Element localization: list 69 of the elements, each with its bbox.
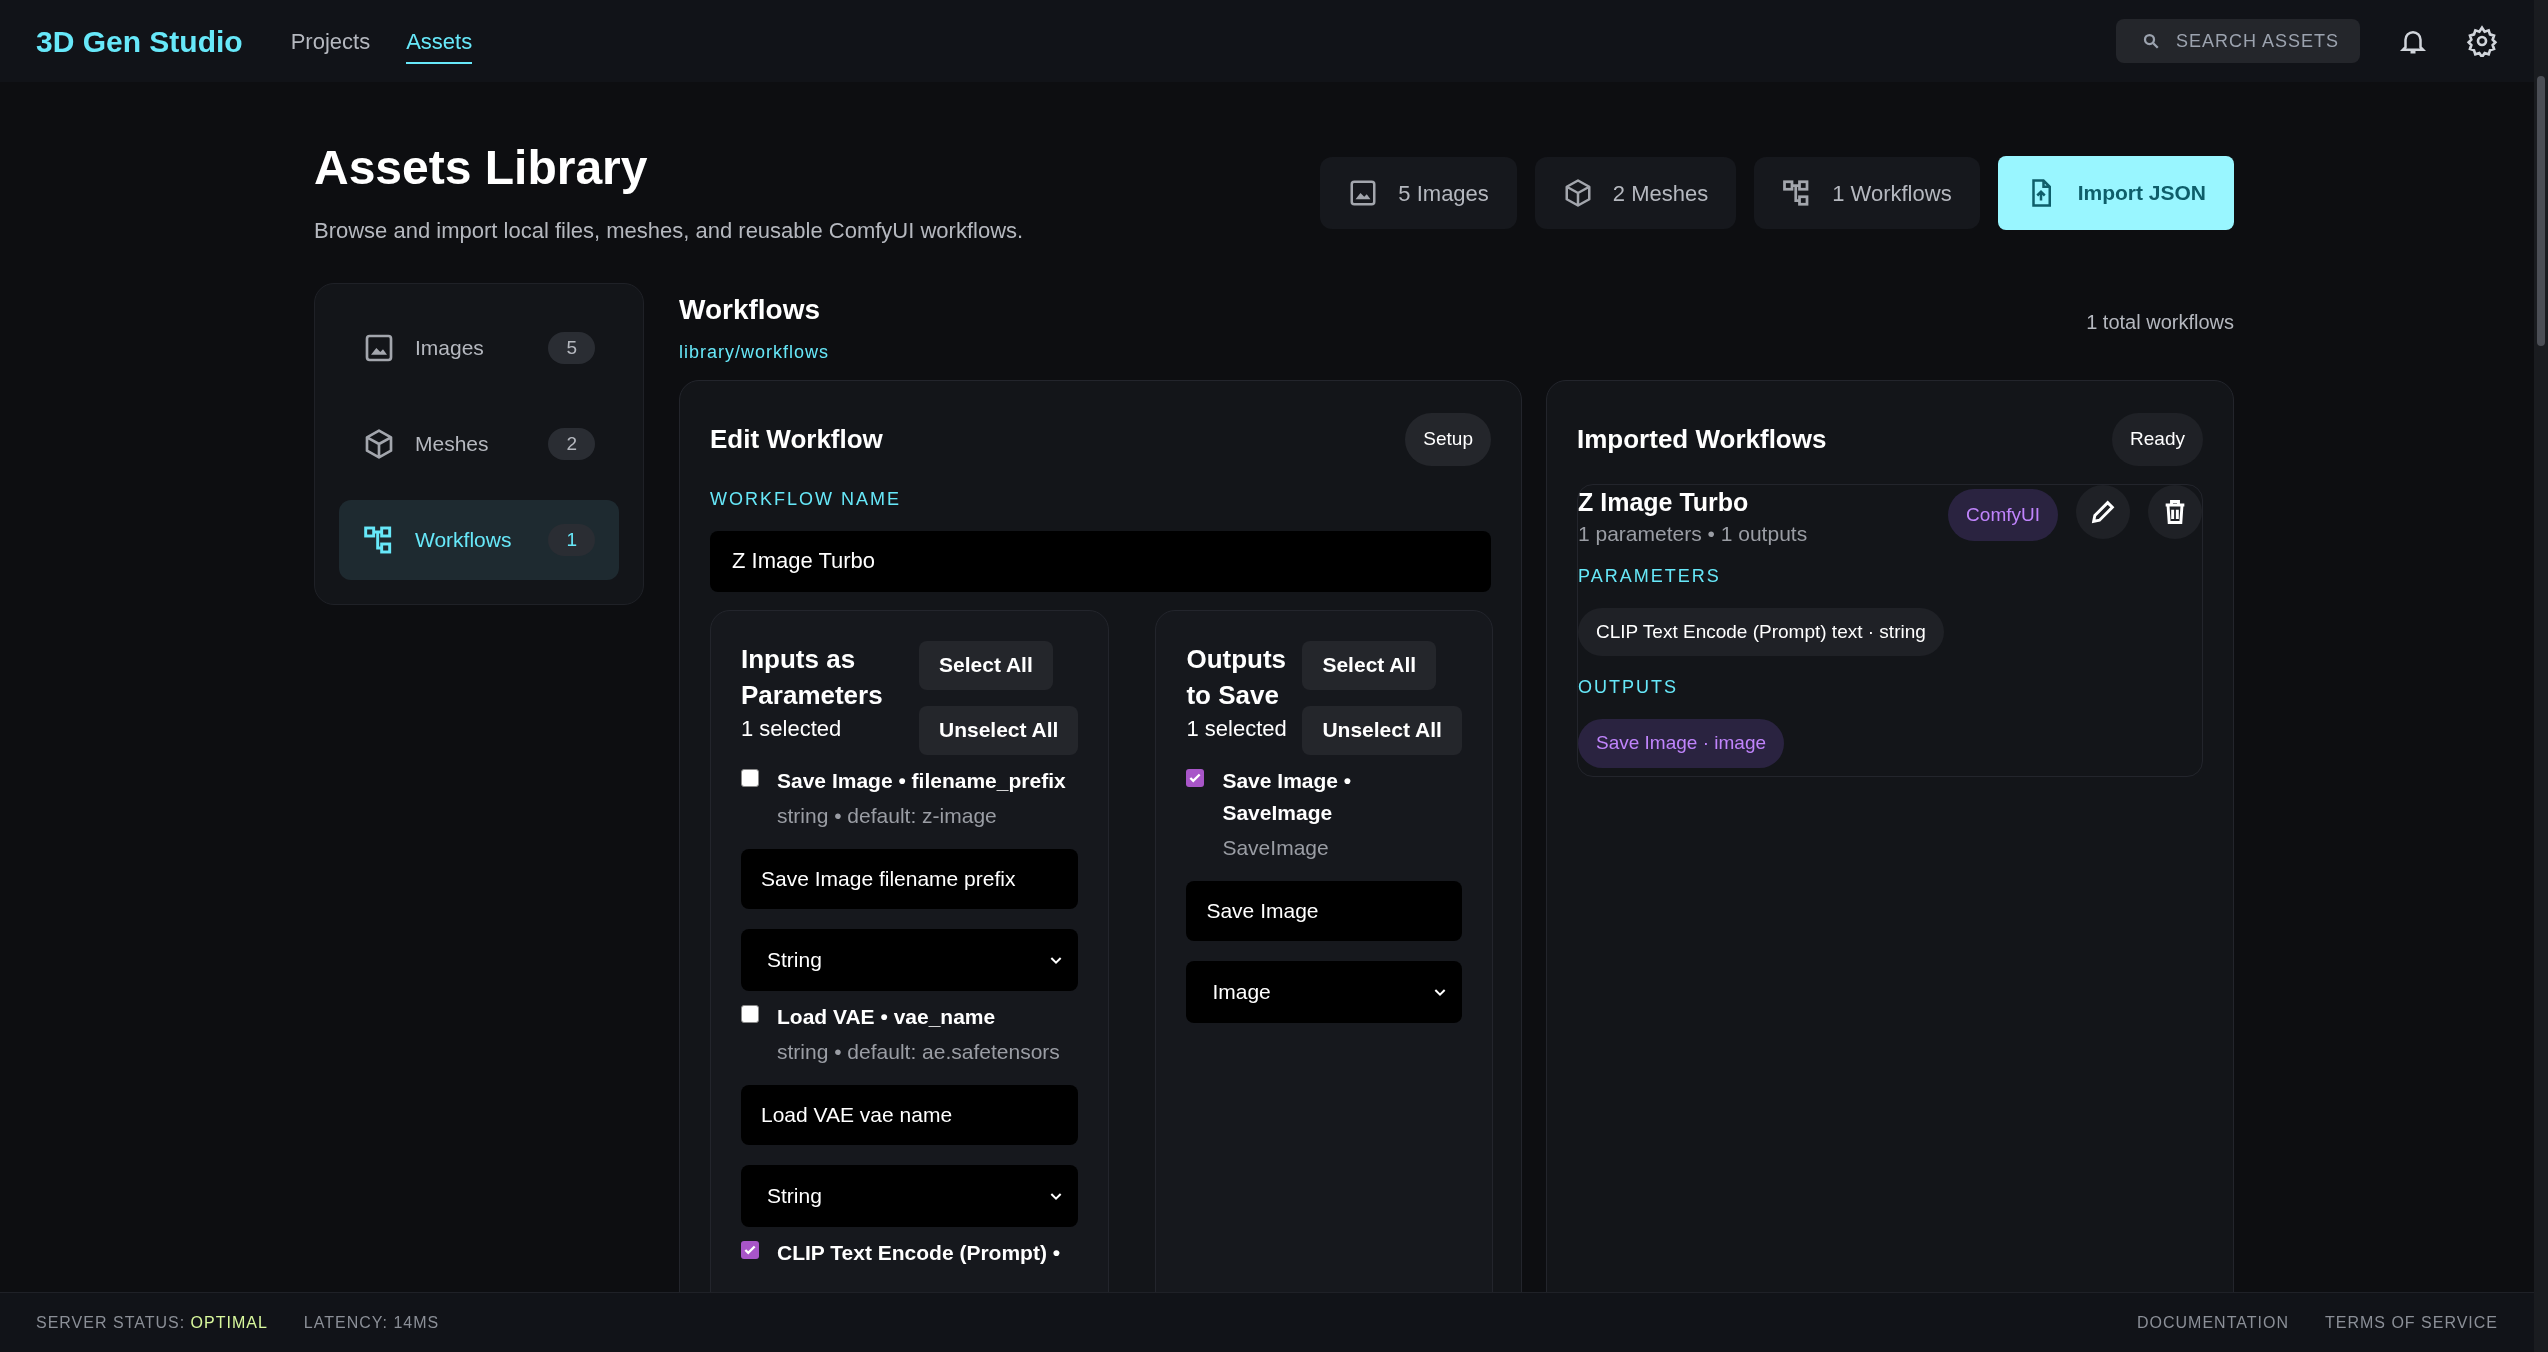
- total-count: 1 total workflows: [2086, 310, 2234, 335]
- footer-link[interactable]: TERMS OF SERVICE: [2324, 1310, 2498, 1335]
- item-detail: SaveImage: [1222, 834, 1330, 861]
- checkbox[interactable]: [1186, 768, 1205, 787]
- image-icon: [1348, 178, 1379, 208]
- source-tag: ComfyUI: [1948, 488, 2058, 541]
- sidebar-item[interactable]: Images 5: [339, 308, 619, 388]
- item-label: Workflows: [415, 527, 513, 554]
- section-path: library/workflows: [679, 341, 830, 364]
- item-label: Images: [415, 335, 485, 362]
- section-title: Workflows: [679, 293, 822, 327]
- nav-tab[interactable]: Assets: [406, 24, 473, 64]
- status-pill: Setup: [1405, 413, 1491, 466]
- latency-text: LATENCY: 14MS: [303, 1312, 440, 1333]
- text-field[interactable]: Save Image: [1186, 880, 1462, 941]
- panel-title: Outputs to Save: [1186, 642, 1288, 712]
- checkbox[interactable]: [741, 1240, 759, 1259]
- item-label: CLIP Text Encode (Prompt) •: [777, 1239, 1062, 1266]
- checkbox[interactable]: [741, 1004, 759, 1023]
- page-subtitle: Browse and import local files, meshes, and reusable ComfyUI workflows.: [314, 217, 1024, 245]
- status-pill: Ready: [2112, 413, 2203, 466]
- selected-count: 1 selected: [1186, 714, 1288, 743]
- checkbox[interactable]: [741, 768, 759, 787]
- output-tag: Save Image · image: [1578, 719, 1785, 768]
- footer-link[interactable]: DOCUMENTATION: [2137, 1310, 2289, 1335]
- text-field[interactable]: Load VAE vae name: [741, 1084, 1079, 1145]
- select-all-button[interactable]: Select All: [1302, 640, 1437, 690]
- unselect-all-button[interactable]: Unselect All: [1302, 705, 1462, 755]
- card-title: Edit Workflow: [710, 422, 883, 456]
- unselect-all-button[interactable]: Unselect All: [919, 705, 1079, 755]
- type-select[interactable]: String: [741, 1164, 1079, 1227]
- page-title: Assets Library: [314, 140, 649, 196]
- section-label: PARAMETERS: [1578, 564, 1722, 588]
- workflow-name-field[interactable]: Z Image Turbo: [710, 530, 1491, 592]
- count-badge: 2: [548, 427, 595, 461]
- text-field[interactable]: Save Image filename prefix: [741, 848, 1079, 909]
- section-label: OUTPUTS: [1578, 676, 1679, 699]
- card-title: Imported Workflows: [1577, 422, 1827, 456]
- image-icon: [363, 332, 395, 364]
- stat-chip: 5 Images: [1320, 157, 1517, 229]
- sidebar-item[interactable]: Workflows 1: [339, 500, 619, 580]
- item-label: Save Image • SaveImage: [1222, 767, 1353, 826]
- item-label: Load VAE • vae_name: [777, 1003, 997, 1030]
- cube-icon: [363, 428, 395, 460]
- search-field[interactable]: SEARCH ASSETS: [2116, 19, 2360, 63]
- type-select[interactable]: String: [741, 928, 1079, 991]
- item-label: Save Image • filename_prefix: [777, 767, 1067, 794]
- field-label: WORKFLOW NAME: [710, 487, 902, 511]
- workflow-name: Z Image Turbo: [1578, 486, 1750, 518]
- workflow-summary: 1 parameters • 1 outputs: [1578, 520, 1809, 547]
- nav-tab[interactable]: Projects: [290, 24, 371, 64]
- stat-chip: 2 Meshes: [1534, 157, 1737, 229]
- sidebar-item[interactable]: Meshes 2: [339, 404, 619, 484]
- settings-icon[interactable]: [2466, 25, 2498, 57]
- selected-count: 1 selected: [741, 714, 843, 743]
- count-badge: 5: [548, 331, 595, 365]
- select-all-button[interactable]: Select All: [919, 640, 1053, 690]
- parameter-tag: CLIP Text Encode (Prompt) text · string: [1578, 607, 1944, 656]
- panel-title: Inputs as Parameters: [741, 642, 884, 712]
- item-detail: string • default: ae.safetensors: [777, 1038, 1061, 1065]
- server-status: SERVER STATUS: OPTIMAL: [36, 1312, 268, 1333]
- item-detail: string • default: z-image: [777, 802, 998, 829]
- search-icon: [2142, 32, 2160, 50]
- app-logo[interactable]: 3D Gen Studio: [36, 18, 243, 64]
- import-button[interactable]: Import JSON: [1997, 156, 2234, 230]
- type-select[interactable]: Image: [1186, 960, 1462, 1023]
- item-label: Meshes: [415, 431, 490, 458]
- count-badge: 1: [548, 523, 595, 557]
- stat-chip: 1 Workflows: [1754, 157, 1980, 229]
